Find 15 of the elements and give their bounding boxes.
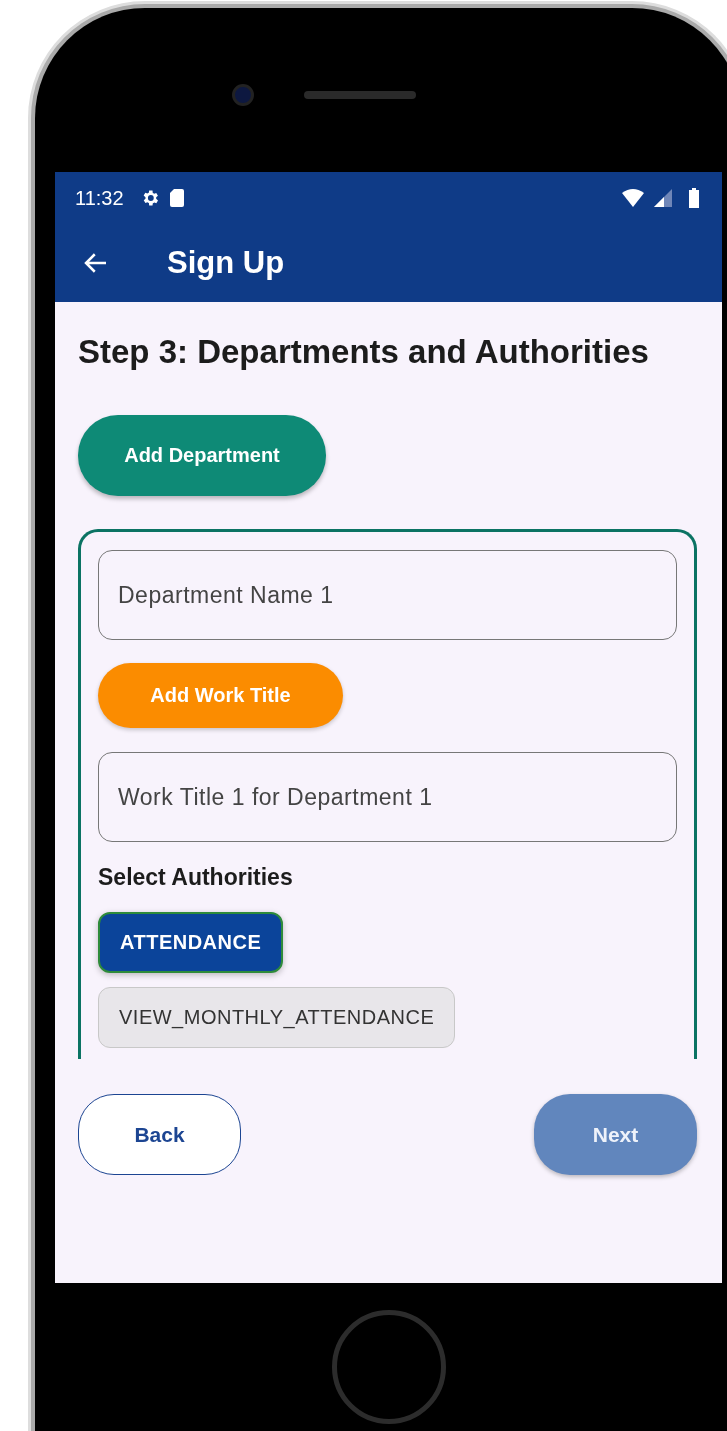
- step-heading: Step 3: Departments and Authorities: [78, 332, 650, 372]
- add-department-button[interactable]: Add Department: [78, 415, 326, 496]
- signal-icon: [654, 189, 672, 207]
- section-label: Select Authorities: [98, 864, 293, 891]
- camera-lens-icon: [231, 84, 254, 106]
- department-name-field[interactable]: Department Name 1: [98, 550, 677, 640]
- wifi-icon: [622, 189, 644, 207]
- authority-chip[interactable]: ATTENDANCE: [98, 912, 284, 973]
- battery-icon: [688, 188, 700, 208]
- authority-chip[interactable]: VIEW_MONTHLY_ATTENDANCE: [98, 987, 456, 1048]
- app-bar-title: Sign Up: [167, 245, 285, 281]
- work-title-field[interactable]: Work Title 1 for Department 1: [98, 752, 677, 842]
- back-button[interactable]: Back: [78, 1094, 241, 1175]
- status-time: 11:32: [75, 186, 124, 210]
- sd-card-icon: [169, 189, 184, 207]
